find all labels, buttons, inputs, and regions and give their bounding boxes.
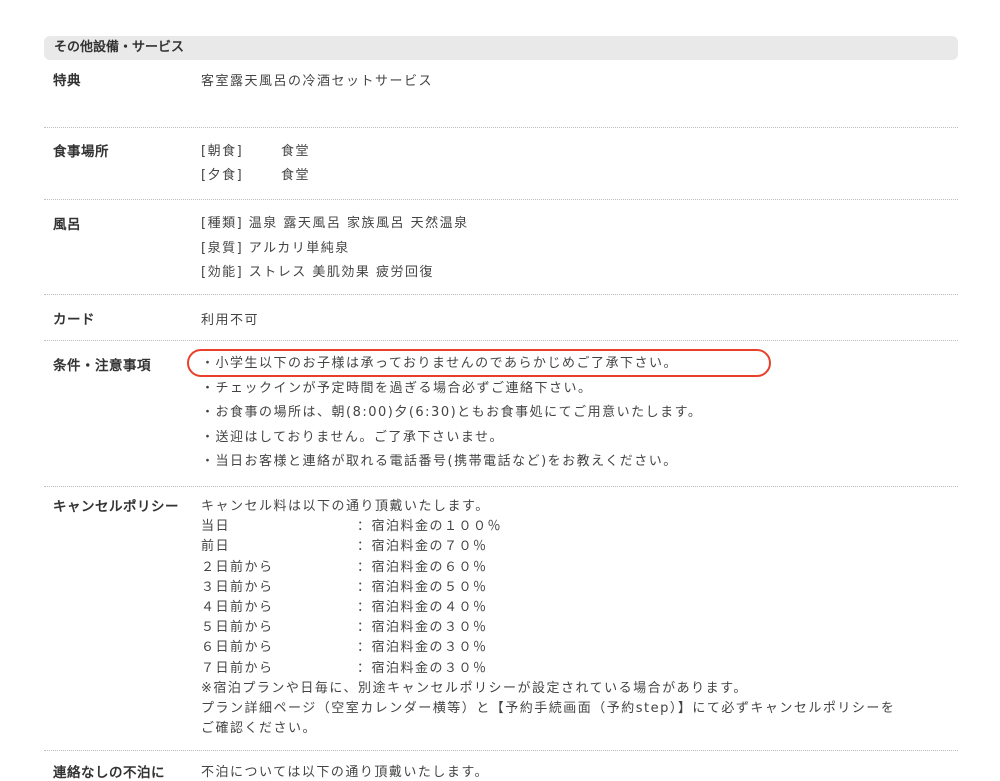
list-item: [泉質] アルカリ単純泉 [201,240,350,256]
cancel-day: ３日前から [201,579,274,595]
cancel-day: 前日 [201,539,231,555]
cancel-rate: ：宿泊料金の３０％ [357,620,488,636]
cancel-day: ４日前から [201,600,274,616]
row-perks: 特典 客室露天風呂の冷酒セットサービス [44,60,958,128]
cancel-note: ※宿泊プランや日毎に、別途キャンセルポリシーが設定されている場合があります。 [201,680,748,696]
list-item: [夕食] 食堂 [201,164,958,188]
cancel-day: ７日前から [201,660,274,676]
row-label-card: カード [53,312,95,328]
cancel-rate: ：宿泊料金の４０％ [357,600,488,616]
cancel-day: ６日前から [201,640,274,656]
row-label-perks: 特典 [53,73,81,89]
section-title: その他設備・サービス [44,36,958,60]
row-conditions: 条件・注意事項 ・小学生以下のお子様は承っておりませんのであらかじめご了承下さい… [44,341,958,487]
list-item: ６日前から ：宿泊料金の３０％ [201,638,958,658]
row-value-dining-place: [朝食] 食堂 [夕食] 食堂 [201,128,958,199]
cancel-note: ご確認ください。 [201,721,318,737]
list-item: ２日前から ：宿泊料金の６０％ [201,558,958,578]
list-item: ・小学生以下のお子様は承っておりませんのであらかじめご了承下さい。 [187,349,958,377]
row-label-conditions: 条件・注意事項 [53,358,151,374]
meal-place: 食堂 [281,144,311,159]
row-cancel-policy: キャンセルポリシー キャンセル料は以下の通り頂戴いたします。 当日 ：宿泊料金の１… [44,487,958,751]
row-value-perks: 客室露天風呂の冷酒セットサービス [201,74,434,89]
row-value-no-show: 不泊については以下の通り頂戴いたします。 [201,765,490,780]
cancel-rate: ：宿泊料金の７０％ [357,539,488,555]
list-item: ・チェックインが予定時間を過ぎる場合必ずご連絡下さい。 [201,380,593,396]
cancel-rate: ：宿泊料金の１００％ [357,519,503,535]
row-bath: 風呂 [種類] 温泉 露天風呂 家族風呂 天然温泉 [泉質] アルカリ単純泉 [… [44,200,958,295]
list-item: [効能] ストレス 美肌効果 疲労回復 [201,265,435,280]
cancel-rate: ：宿泊料金の５０％ [357,579,488,595]
row-value-bath: [種類] 温泉 露天風呂 家族風呂 天然温泉 [泉質] アルカリ単純泉 [効能]… [201,200,958,294]
list-item: ７日前から ：宿泊料金の３０％ [201,659,958,679]
meal-place: 食堂 [281,168,311,183]
list-item: 当日 ：宿泊料金の１００％ [201,517,958,537]
row-label-dining-place: 食事場所 [53,144,109,160]
row-value-card: 利用不可 [201,313,260,328]
cancel-rate: ：宿泊料金の３０％ [357,640,488,656]
row-value-conditions: ・小学生以下のお子様は承っておりませんのであらかじめご了承下さい。 ・チェックイ… [187,341,958,486]
meal-tag: [夕食] [201,168,244,183]
cancel-rate: ：宿泊料金の６０％ [357,559,488,575]
row-label-cancel-policy: キャンセルポリシー [53,499,179,515]
cancel-rate: ：宿泊料金の３０％ [357,660,488,676]
cancel-intro: キャンセル料は以下の通り頂戴いたします。 [201,499,490,514]
list-item: 前日 ：宿泊料金の７０％ [201,537,958,557]
list-item: ・当日お客様と連絡が取れる電話番号(携帯電話など)をお教えください。 [201,454,678,469]
row-dining-place: 食事場所 [朝食] 食堂 [夕食] 食堂 [44,128,958,200]
cancel-day: ５日前から [201,620,274,636]
row-label-bath: 風呂 [53,217,81,233]
list-item: ・お食事の場所は、朝(8:00)夕(6:30)ともお食事処にてご用意いたします。 [201,405,703,420]
list-item: [朝食] 食堂 [201,140,958,164]
list-item: ３日前から ：宿泊料金の５０％ [201,578,958,598]
cancel-note: プラン詳細ページ（空室カレンダー横等）と【予約手続画面（予約step）】にて必ず… [201,701,896,717]
facilities-services-section: その他設備・サービス 特典 客室露天風呂の冷酒セットサービス 食事場所 [朝食]… [44,36,958,781]
row-no-show: 連絡なしの不泊に 不泊については以下の通り頂戴いたします。 [44,751,958,781]
cancel-day: ２日前から [201,559,274,575]
list-item: ４日前から ：宿泊料金の４０％ [201,598,958,618]
meal-tag: [朝食] [201,144,244,159]
row-card: カード 利用不可 [44,295,958,341]
list-item: ・送迎はしておりません。ご了承下さいませ。 [201,429,504,445]
row-label-no-show: 連絡なしの不泊に [53,765,165,781]
list-item: [種類] 温泉 露天風呂 家族風呂 天然温泉 [201,216,469,231]
cancel-day: 当日 [201,519,231,535]
condition-text-highlighted: ・小学生以下のお子様は承っておりませんのであらかじめご了承下さい。 [201,356,678,371]
list-item: ５日前から ：宿泊料金の３０％ [201,618,958,638]
row-value-cancel-policy: キャンセル料は以下の通り頂戴いたします。 当日 ：宿泊料金の１００％ 前日 ：宿泊料… [201,487,958,750]
